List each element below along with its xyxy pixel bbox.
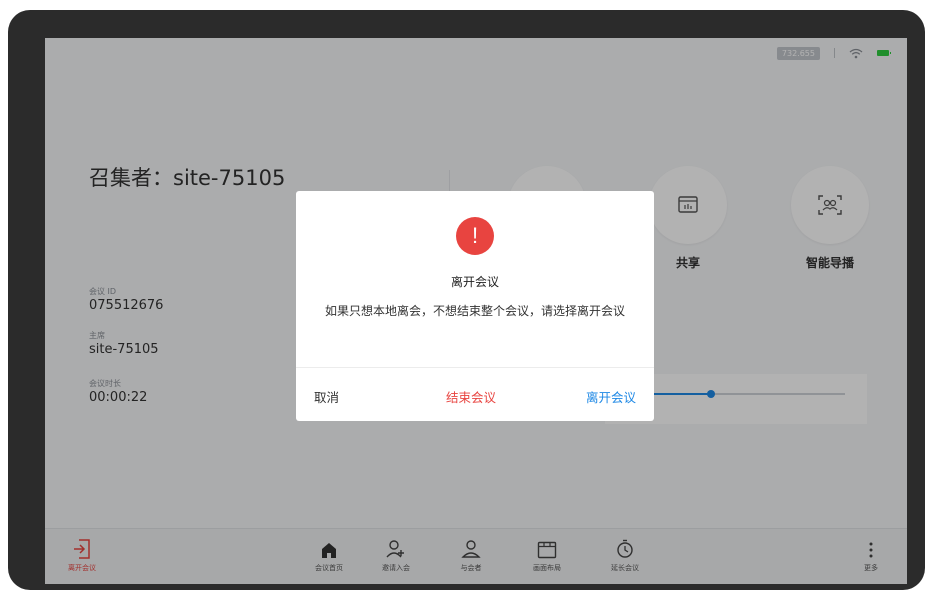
end-meeting-button[interactable]: 结束会议 — [446, 387, 496, 406]
dialog-divider — [296, 367, 654, 368]
dialog-title: 离开会议 — [450, 275, 499, 289]
leave-meeting-dialog: ! 离开会议 如果只想本地离会，不想结束整个会议，请选择离开会议 取消 结束会议… — [296, 191, 654, 421]
cancel-button[interactable]: 取消 — [314, 387, 339, 406]
alert-icon: ! — [456, 217, 494, 255]
leave-meeting-confirm-button[interactable]: 离开会议 — [586, 387, 636, 406]
dialog-message: 如果只想本地离会，不想结束整个会议，请选择离开会议 — [324, 304, 625, 318]
